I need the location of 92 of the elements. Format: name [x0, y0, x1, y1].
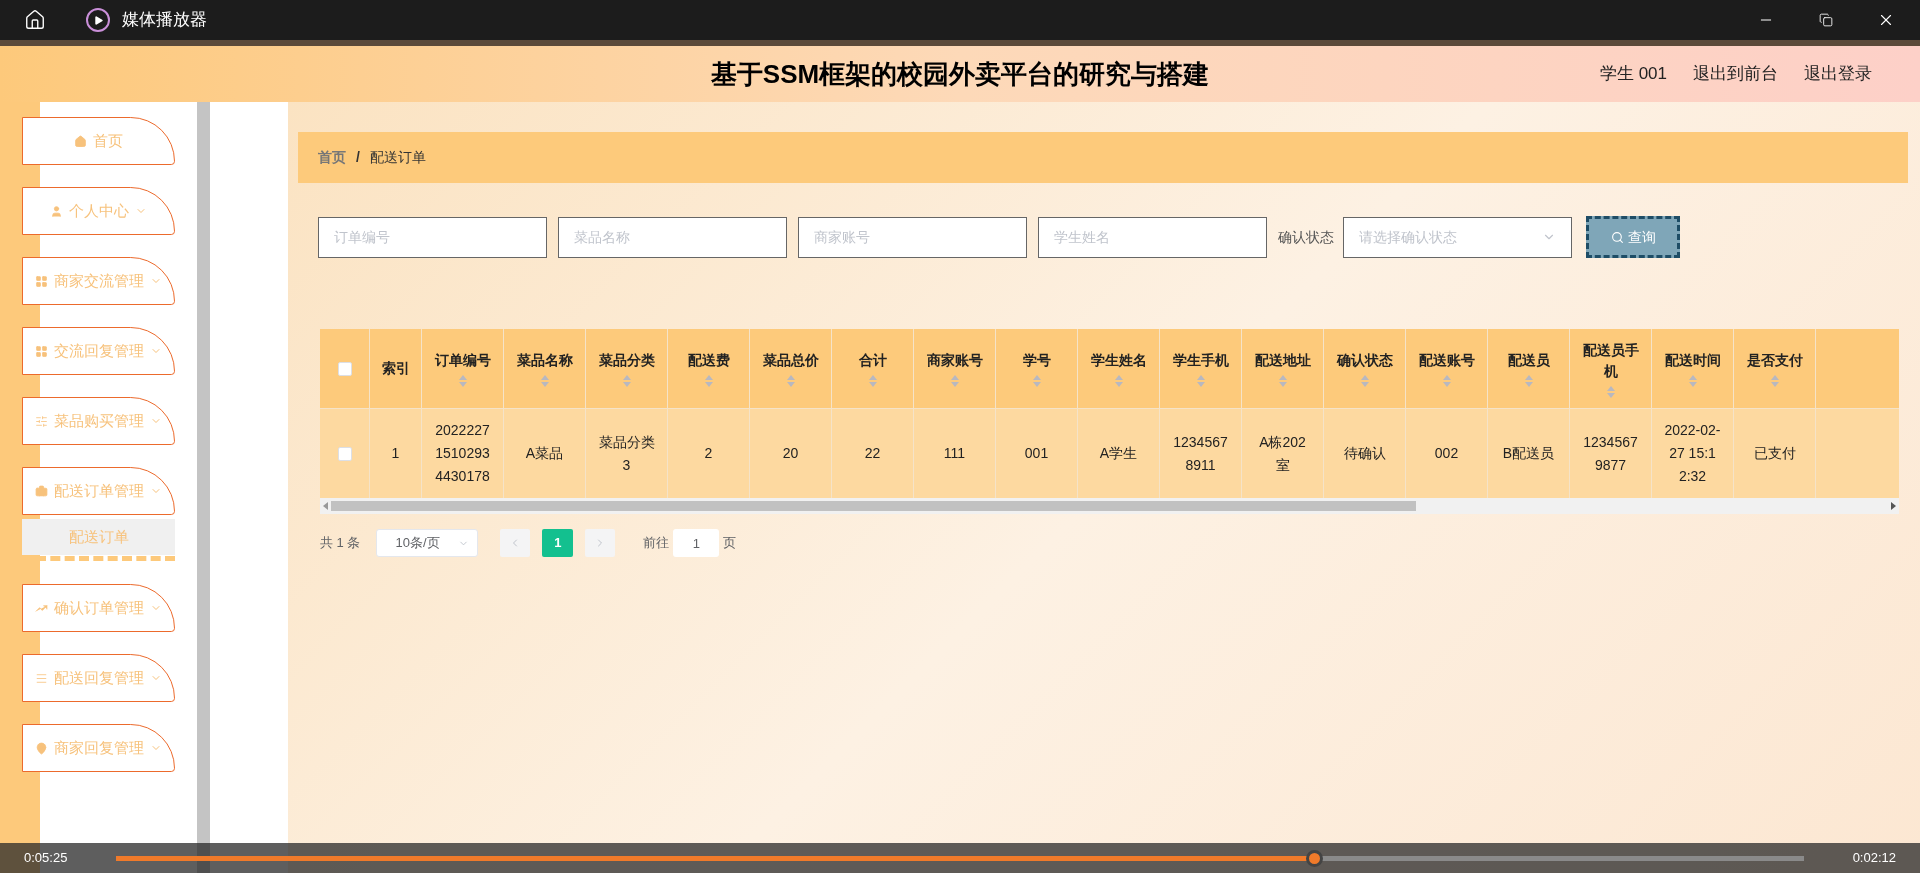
menu-icon — [50, 204, 63, 218]
table-cell-text: 已支付 — [1753, 444, 1796, 463]
elapsed-time: 0:05:25 — [23, 849, 69, 868]
table-cell-text: 001 — [1024, 444, 1049, 463]
column-header[interactable]: 订单编号 — [434, 350, 491, 371]
sort-icon[interactable] — [786, 375, 795, 387]
column-header[interactable]: 菜品名称 — [516, 350, 573, 371]
menu-icon — [35, 344, 48, 358]
menu-icon — [74, 134, 87, 148]
scroll-left-icon[interactable] — [323, 502, 328, 510]
total-count: 共 1 条 — [320, 534, 361, 553]
progress-thumb[interactable] — [1306, 849, 1324, 867]
column-header[interactable]: 配送员 — [1507, 350, 1550, 371]
filter-field[interactable]: 商家账号 — [798, 216, 1027, 258]
column-header[interactable]: 配送费 — [687, 350, 730, 371]
filter-label: 确认状态 — [1278, 227, 1334, 247]
header-link[interactable]: 退出到前台 — [1693, 61, 1778, 87]
table-cell-text: 12345679877 — [1582, 432, 1639, 475]
column-header[interactable]: 索引 — [381, 358, 410, 379]
table-row[interactable]: 1 202222715102934430178 A菜品 菜品分类3 2 20 22 111 001 A学生 12345678911 A栋202室 待确认 002 B配送员 12345679877 2022-02-27 15:12:32 已支付 — [320, 408, 1899, 498]
menu-icon — [35, 671, 48, 685]
column-header[interactable]: 学生手机 — [1172, 350, 1229, 371]
sort-icon[interactable] — [1114, 375, 1123, 387]
column-header[interactable]: 是否支付 — [1746, 350, 1803, 371]
table-cell-text: 202222715102934430178 — [434, 421, 491, 486]
breadcrumb-separator: / — [356, 148, 360, 167]
column-header[interactable]: 配送员手机 — [1576, 339, 1645, 382]
sort-icon[interactable] — [950, 375, 959, 387]
table-cell-text: B配送员 — [1502, 444, 1555, 463]
table-cell-text: A栋202室 — [1258, 432, 1307, 475]
table-cell-text: 111 — [943, 444, 966, 463]
goto-page-field[interactable]: 1 — [673, 529, 720, 557]
menu-icon — [35, 741, 48, 755]
filter-field[interactable]: 订单编号 — [318, 216, 547, 258]
table-cell-text: 菜品分类3 — [598, 432, 655, 475]
sort-icon[interactable] — [1770, 375, 1779, 387]
horizontal-scrollbar[interactable] — [320, 498, 1899, 514]
breadcrumb-link[interactable]: 配送订单 — [369, 147, 426, 168]
table-cell-text: 20 — [782, 444, 799, 463]
column-header[interactable]: 商家账号 — [926, 350, 983, 371]
menu-icon — [35, 484, 48, 498]
sort-icon[interactable] — [1278, 375, 1287, 387]
table-cell-text: 002 — [1434, 444, 1459, 463]
sort-icon[interactable] — [1524, 375, 1533, 387]
column-header[interactable]: 菜品总价 — [762, 350, 819, 371]
sort-icon[interactable] — [622, 375, 631, 387]
sort-icon[interactable] — [540, 375, 549, 387]
column-header[interactable]: 学号 — [1022, 350, 1051, 371]
column-header[interactable]: 配送账号 — [1418, 350, 1475, 371]
menu-icon — [35, 274, 48, 288]
checkbox[interactable] — [337, 361, 352, 376]
table-cell-text: 12345678911 — [1172, 432, 1229, 475]
checkbox[interactable] — [337, 446, 352, 461]
user-name: 学生 001 — [1599, 63, 1667, 86]
table-cell-text: 待确认 — [1343, 444, 1386, 463]
header-link[interactable]: 退出登录 — [1804, 61, 1872, 87]
sort-icon[interactable] — [1688, 375, 1697, 387]
sort-icon[interactable] — [868, 375, 877, 387]
column-header[interactable]: 配送地址 — [1254, 350, 1311, 371]
sort-icon[interactable] — [1196, 375, 1205, 387]
table-cell-text: 22 — [864, 444, 881, 463]
sort-icon[interactable] — [1606, 385, 1615, 398]
sort-icon[interactable] — [1360, 375, 1369, 387]
table-cell-text: 2 — [704, 444, 713, 463]
goto-label: 前往 — [643, 534, 670, 553]
column-header[interactable]: 菜品分类 — [598, 350, 655, 371]
app-icon — [86, 8, 110, 32]
window-title: 媒体播放器 — [122, 9, 207, 32]
menu-icon — [35, 414, 48, 428]
page-size-select[interactable]: 10条/页 — [376, 529, 479, 557]
sort-icon[interactable] — [1032, 375, 1041, 387]
remaining-time: 0:02:12 — [1851, 849, 1897, 868]
table-cell-text: A学生 — [1099, 444, 1138, 463]
sort-icon[interactable] — [458, 375, 467, 387]
table-cell-text: 1 — [391, 444, 400, 463]
goto-suffix: 页 — [723, 534, 737, 553]
site-title: 基于SSM框架的校园外卖平台的研究与搭建 — [710, 57, 1210, 91]
search-icon — [1610, 230, 1624, 244]
sort-icon[interactable] — [704, 375, 713, 387]
prev-page-button[interactable] — [500, 529, 531, 557]
home-icon[interactable] — [24, 9, 46, 31]
filter-field[interactable]: 学生姓名 — [1038, 216, 1267, 258]
sort-icon[interactable] — [1442, 375, 1451, 387]
column-header[interactable]: 学生姓名 — [1090, 350, 1147, 371]
filter-field[interactable]: 菜品名称 — [558, 216, 787, 258]
next-page-button[interactable] — [585, 529, 616, 557]
table-cell-text: A菜品 — [525, 444, 564, 463]
table-cell-text: 2022-02-27 15:12:32 — [1664, 421, 1721, 486]
scroll-right-icon[interactable] — [1891, 502, 1896, 510]
column-header[interactable]: 配送时间 — [1664, 350, 1721, 371]
column-header[interactable]: 确认状态 — [1336, 350, 1393, 371]
column-header[interactable]: 合计 — [858, 350, 887, 371]
